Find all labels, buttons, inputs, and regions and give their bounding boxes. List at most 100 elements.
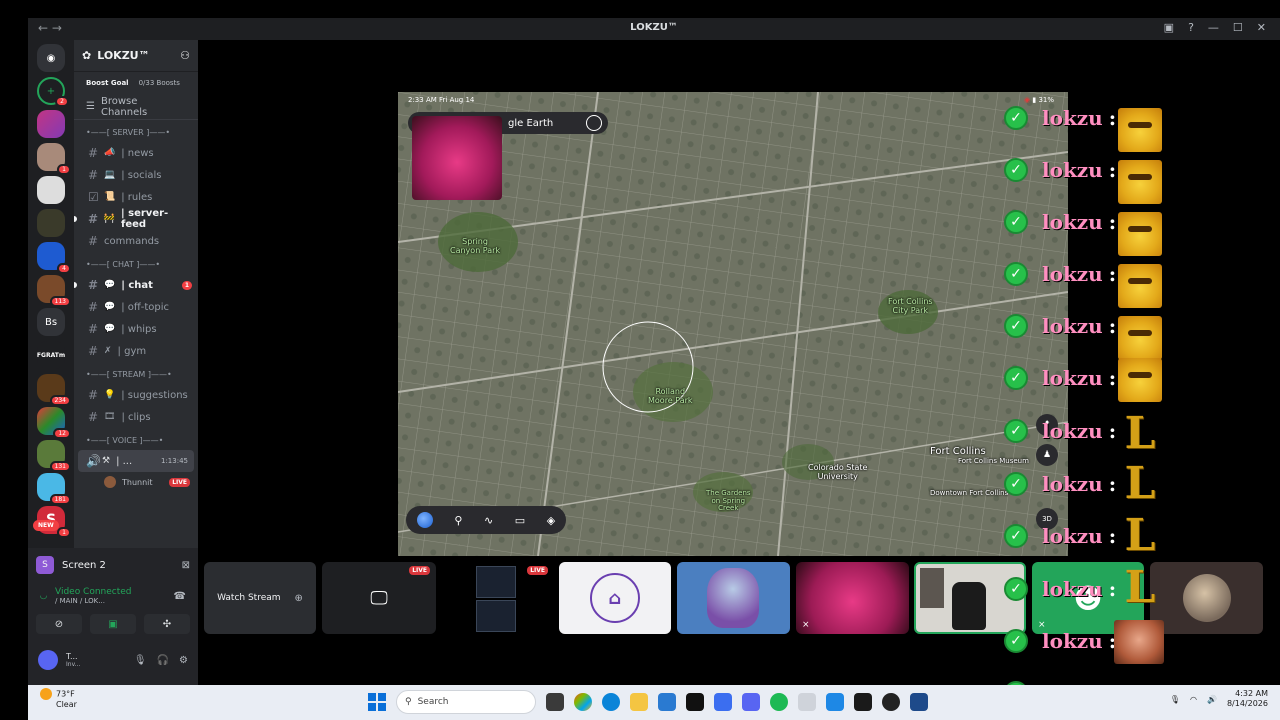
hash-icon: #: [88, 344, 99, 358]
clock[interactable]: 4:32 AM 8/14/2026: [1227, 689, 1268, 710]
close-button[interactable]: ✕: [1257, 21, 1266, 34]
voice-connection[interactable]: ◟◞ Video Connected / MAIN / LOK... ☎: [28, 582, 198, 610]
server-icon[interactable]: 4: [37, 242, 71, 274]
chat-colon: :: [1108, 419, 1117, 443]
server-icon[interactable]: 234: [37, 374, 71, 406]
globe-icon[interactable]: [416, 512, 433, 528]
participant-tile[interactable]: [1150, 562, 1263, 634]
watch-stream-tile[interactable]: Watch Stream ⊕: [204, 562, 316, 634]
discord-icon[interactable]: [742, 693, 760, 711]
facecam-overlay: [412, 116, 502, 200]
layers-icon[interactable]: ◈: [547, 514, 555, 527]
activities-button[interactable]: ✣: [144, 614, 190, 634]
screen-share-bar[interactable]: S Screen 2 ⊠: [36, 552, 190, 578]
close-icon[interactable]: ⊠: [182, 560, 190, 571]
voice-user[interactable]: Thunnit LIVE: [74, 472, 198, 492]
inbox-icon[interactable]: ▣: [1164, 21, 1174, 34]
maximize-button[interactable]: ☐: [1233, 21, 1243, 34]
chat-colon: :: [1108, 210, 1117, 234]
search-placeholder: Search: [417, 697, 449, 707]
share-screen-button[interactable]: ▣: [90, 614, 136, 634]
hash-icon: #: [88, 146, 99, 160]
category-stream[interactable]: •——[ STREAM ]——•: [74, 362, 198, 384]
add-server-icon[interactable]: +2: [37, 77, 69, 107]
app-icon[interactable]: [798, 693, 816, 711]
category-server[interactable]: •——[ SERVER ]——•: [74, 120, 198, 142]
stream-view[interactable]: 2:33 AM Fri Aug 14 ◉ ▮ 31% gle Earth Spr…: [398, 92, 1068, 556]
participant-tile[interactable]: ⌂: [559, 562, 671, 634]
channel-off-topic[interactable]: # 💬 | off-topic: [74, 296, 198, 318]
category-chat[interactable]: •——[ CHAT ]——•: [74, 252, 198, 274]
camera-off-button[interactable]: ⊘: [36, 614, 82, 634]
channel-server-feed[interactable]: # 🚧 | server-feed: [74, 208, 198, 230]
edge-icon[interactable]: [602, 693, 620, 711]
task-view-icon[interactable]: [546, 693, 564, 711]
server-icon[interactable]: 1: [37, 143, 71, 175]
participant-tile[interactable]: ⨯: [796, 562, 909, 634]
channel-commands[interactable]: # commands: [74, 230, 198, 252]
participant-tile[interactable]: [677, 562, 790, 634]
server-icon[interactable]: Bs: [37, 308, 65, 336]
start-button[interactable]: [368, 693, 386, 711]
new-pill[interactable]: NEW: [33, 520, 59, 531]
server-icon[interactable]: 181: [37, 473, 71, 505]
emote-l: L: [1124, 562, 1156, 613]
channel-clips[interactable]: # 🎞 | clips: [74, 406, 198, 428]
discord-home-icon[interactable]: ◉: [37, 44, 65, 72]
path-icon[interactable]: ∿: [484, 514, 493, 527]
server-icon[interactable]: FGRATm: [37, 341, 65, 369]
app-icon[interactable]: [910, 693, 928, 711]
channel-rules[interactable]: ☑ 📜 | rules: [74, 186, 198, 208]
category-voice[interactable]: •——[ VOICE ]——•: [74, 428, 198, 450]
copilot-icon[interactable]: [574, 693, 592, 711]
disconnect-icon[interactable]: ☎: [174, 591, 186, 602]
microphone-icon[interactable]: 🎙: [134, 655, 147, 666]
server-icon[interactable]: 113: [37, 275, 71, 307]
boost-goal[interactable]: Boost Goal 0/33 Boosts: [74, 72, 198, 94]
store-icon[interactable]: [658, 693, 676, 711]
server-icon[interactable]: 131: [37, 440, 71, 472]
channel-suggestions[interactable]: # 💡 | suggestions: [74, 384, 198, 406]
profile-icon[interactable]: [586, 115, 602, 131]
pin-icon[interactable]: ⚲: [454, 514, 462, 527]
server-icon[interactable]: 12: [37, 407, 71, 439]
terminal-icon[interactable]: [854, 693, 872, 711]
server-icon[interactable]: [37, 110, 65, 138]
server-icon[interactable]: [37, 209, 65, 237]
spotify-icon[interactable]: [770, 693, 788, 711]
weather-widget[interactable]: 73°F Clear: [40, 688, 77, 710]
tiktok-icon[interactable]: [686, 693, 704, 711]
minimize-button[interactable]: —: [1208, 21, 1219, 34]
photos-icon[interactable]: [826, 693, 844, 711]
verified-icon: ✓: [1004, 314, 1028, 338]
channel-gym[interactable]: # ✗ | gym: [74, 340, 198, 362]
channel-whips[interactable]: # 💬 | whips: [74, 318, 198, 340]
file-explorer-icon[interactable]: [630, 693, 648, 711]
help-icon[interactable]: ?: [1188, 21, 1194, 34]
microphone-icon[interactable]: 🎙: [1170, 695, 1180, 704]
avatar[interactable]: [38, 650, 58, 670]
channel-label: | server-feed: [121, 208, 169, 230]
volume-icon[interactable]: 🔊: [1207, 695, 1217, 704]
wifi-icon[interactable]: ◠: [1190, 695, 1197, 704]
server-header[interactable]: ✿ LOKZU™ ⚇: [74, 40, 198, 72]
channel-news[interactable]: # 📣 | news: [74, 142, 198, 164]
zoom-icon[interactable]: ⊕: [295, 593, 303, 604]
obs-icon[interactable]: [882, 693, 900, 711]
voice-channel[interactable]: 🔊 ⚒ | ... 1:13:45: [78, 450, 194, 472]
gear-icon[interactable]: ⚙: [179, 655, 188, 666]
taskbar-search[interactable]: ⚲ Search: [396, 690, 536, 714]
channel-socials[interactable]: # 💻 | socials: [74, 164, 198, 186]
headphones-icon[interactable]: 🎧: [157, 655, 169, 666]
emote-image: [1114, 620, 1164, 664]
stream-tile[interactable]: LIVE: [440, 562, 554, 634]
browse-channels[interactable]: ☰ Browse Channels: [74, 94, 198, 120]
add-member-icon[interactable]: ⚇: [180, 49, 190, 62]
channel-chat[interactable]: # 💬 | chat 1: [74, 274, 198, 296]
stream-tile[interactable]: 🖵 LIVE: [322, 562, 436, 634]
ruler-icon[interactable]: ▭: [515, 514, 525, 527]
app-icon[interactable]: [714, 693, 732, 711]
verified-icon: ✓: [1004, 262, 1028, 286]
server-icon[interactable]: [37, 176, 65, 204]
watch-stream-button[interactable]: Watch Stream: [217, 593, 280, 603]
